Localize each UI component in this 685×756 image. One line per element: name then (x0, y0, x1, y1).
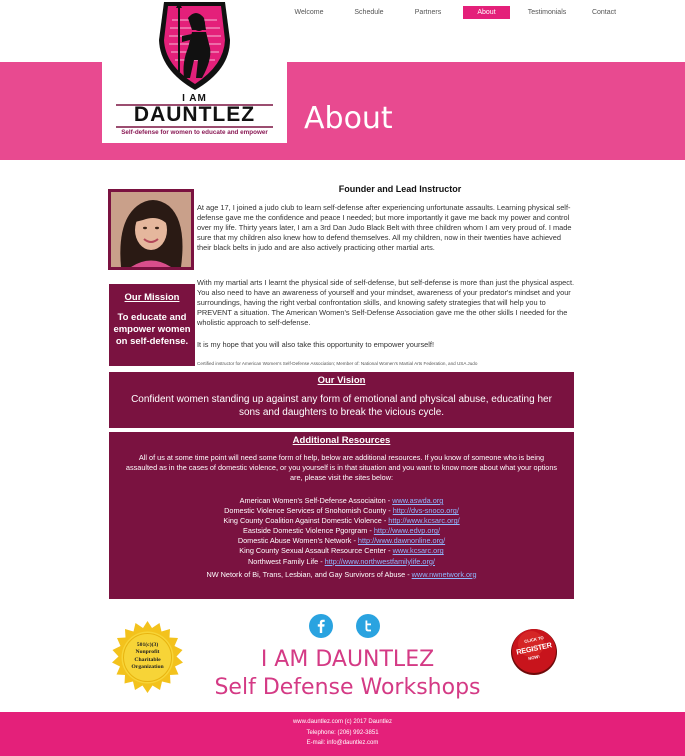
twitter-button[interactable] (356, 614, 380, 638)
list-item: NW Netork of Bi, Trans, Lesbian, and Gay… (109, 570, 574, 580)
site-logo[interactable]: I AM DAUNTLEZ Self-defense for women to … (102, 0, 287, 143)
logo-line2: DAUNTLEZ (133, 103, 256, 126)
resources-title: Additional Resources (292, 435, 391, 446)
founder-bio-paragraph-1: At age 17, I joined a judo club to learn… (197, 203, 572, 253)
nav-about[interactable]: About (463, 6, 510, 19)
founder-portrait-icon (111, 192, 191, 267)
list-item: American Women's Self-Defense Associaito… (109, 496, 574, 506)
nav-contact[interactable]: Contact (578, 6, 630, 19)
resource-link[interactable]: www.kcsarc.org (393, 546, 444, 555)
page-footer: www.dauntlez.com (c) 2017 Dauntlez Telep… (0, 712, 685, 756)
facebook-icon (317, 619, 325, 633)
resource-name: King County Coalition Against Domestic V… (223, 516, 389, 526)
shield-emblem-icon (159, 2, 230, 90)
seal-line-3: Charitable (134, 656, 161, 663)
list-item: Northwest Family Life - http://www.north… (109, 557, 574, 567)
founder-bio-paragraph-3: It is my hope that you will also take th… (197, 340, 435, 349)
resource-link[interactable]: http://www.dawnonline.org/ (358, 536, 445, 545)
list-item: King County Coalition Against Domestic V… (109, 516, 574, 526)
brand-name: I AM DAUNTLEZ (260, 647, 435, 672)
footer-copyright[interactable]: www.dauntlez.com (c) 2017 Dauntlez (0, 717, 685, 728)
list-item: Eastside Domestic Violence Pgorgram - ht… (109, 526, 574, 536)
nonprofit-seal: 501(c)(3) Nonprofit Charitable Organizat… (110, 620, 185, 695)
vision-text: Confident women standing up against any … (131, 394, 552, 418)
resource-name: Northwest Family Life - (248, 556, 325, 566)
logo-tagline: Self-defense for women to educate and em… (121, 129, 268, 136)
main-nav: Welcome Schedule Partners About Testimon… (278, 6, 638, 20)
seal-line-4: Organization (131, 664, 164, 671)
facebook-button[interactable] (309, 614, 333, 638)
list-item: Domestic Violence Services of Snohomish … (109, 506, 574, 516)
mission-panel: Our Mission To educate and empower women… (109, 284, 195, 366)
twitter-icon (365, 620, 371, 632)
resource-link[interactable]: http://www.edvp.org/ (374, 526, 440, 535)
nav-welcome[interactable]: Welcome (278, 6, 340, 19)
resource-link[interactable]: www.nwnetwork.org (412, 570, 477, 579)
founder-heading: Founder and Lead Instructor (338, 184, 462, 194)
seal-line-2: Nonprofit (135, 649, 160, 656)
seal-text: 501(c)(3) Nonprofit Charitable Organizat… (110, 642, 185, 672)
mission-title: Our Mission (124, 292, 180, 303)
resource-link[interactable]: http://www.kcsarc.org/ (388, 516, 459, 525)
brand-subtitle: Self Defense Workshops (214, 675, 481, 700)
resource-name: King County Sexual Assault Resource Cent… (239, 546, 393, 556)
resources-list: American Women's Self-Defense Associaito… (109, 496, 574, 580)
seal-line-1: 501(c)(3) (136, 642, 159, 648)
mission-text: To educate and empower women on self-def… (113, 312, 191, 347)
resource-link[interactable]: http://www.northwestfamilylife.org/ (325, 557, 435, 566)
resource-name: Domestic Abuse Women's Network - (237, 536, 358, 546)
founder-photo (108, 189, 194, 270)
resource-name: American Women's Self-Defense Associaito… (239, 496, 393, 505)
nav-testimonials[interactable]: Testimonials (516, 6, 578, 19)
resources-panel: Additional Resources All of us at some t… (109, 432, 574, 599)
resource-name: NW Netork of Bi, Trans, Lesbian, and Gay… (206, 569, 412, 579)
resource-name: Eastside Domestic Violence Pgorgram - (243, 526, 374, 536)
register-button[interactable]: CLICK TO REGISTER NOW! (509, 626, 559, 676)
certification-note: Certified instructor for American Women'… (197, 361, 478, 366)
resources-intro: All of us at some time point will need s… (125, 453, 558, 482)
resource-link[interactable]: http://dvs-snoco.org/ (393, 506, 459, 515)
footer-email[interactable]: E-mail: info@dauntlez.com (0, 738, 685, 749)
list-item: King County Sexual Assault Resource Cent… (109, 546, 574, 556)
vision-title: Our Vision (317, 375, 366, 386)
resource-link[interactable]: www.aswda.org (392, 496, 443, 505)
founder-bio-paragraph-2: With my martial arts I learnt the physic… (197, 278, 575, 328)
footer-telephone: Telephone: (206) 992-3851 (306, 729, 379, 736)
vision-panel: Our Vision Confident women standing up a… (109, 372, 574, 428)
nav-schedule[interactable]: Schedule (340, 6, 398, 19)
page-title: About (304, 101, 393, 136)
nav-partners[interactable]: Partners (398, 6, 458, 19)
list-item: Domestic Abuse Women's Network - http://… (109, 536, 574, 546)
resource-name: Domestic Violence Services of Snohomish … (224, 506, 393, 516)
